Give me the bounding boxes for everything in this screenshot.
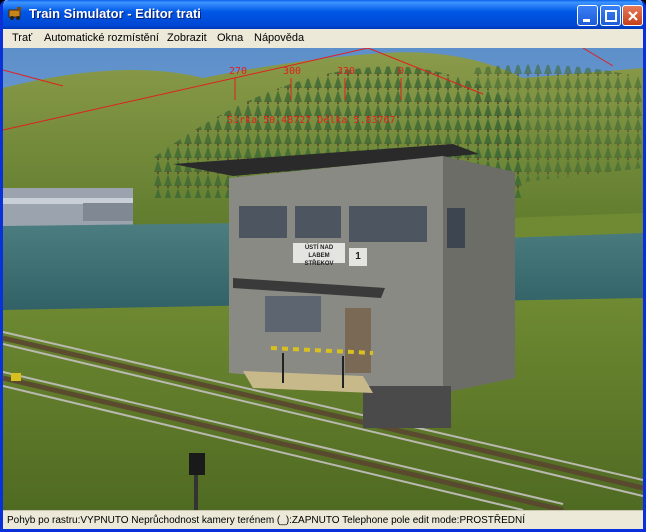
close-icon (628, 11, 638, 21)
window-title: Train Simulator - Editor trati (29, 6, 201, 21)
title-bar[interactable]: Train Simulator - Editor trati (3, 0, 643, 29)
building-sign-number: 1 (355, 251, 361, 262)
coordinate-readout: Širka 50.48727 Délka 5.83767 (227, 115, 396, 126)
close-button[interactable] (622, 5, 643, 26)
menu-okna[interactable]: Okna (217, 32, 243, 44)
maximize-icon (605, 10, 617, 22)
compass-tick-300: 300 (283, 66, 302, 77)
compass-tick-270: 270 (229, 66, 248, 77)
menu-bar: Trať Automatické rozmístění Zobrazit Okn… (3, 29, 643, 48)
maximize-button[interactable] (600, 5, 621, 26)
train-icon (8, 7, 21, 20)
3d-viewport[interactable]: 270 300 330 0 Širka 50.48727 Délka 5.837… (3, 48, 643, 510)
building-sign-main: ÚSTÍ NAD LABEM STŘEKOV (304, 245, 334, 267)
menu-trat[interactable]: Trať (12, 32, 32, 44)
menu-zobrazit[interactable]: Zobrazit (167, 32, 207, 44)
status-bar: Pohyb po rastru:VYPNUTO Neprůchodnost ka… (3, 510, 643, 529)
menu-automaticke-rozmisteni[interactable]: Automatické rozmístění (44, 32, 159, 44)
minimize-icon (583, 19, 590, 22)
app-window: Train Simulator - Editor trati Trať Auto… (0, 0, 646, 532)
menu-napoveda[interactable]: Nápověda (254, 32, 304, 44)
compass-tick-0: 0 (398, 66, 405, 77)
status-text: Pohyb po rastru:VYPNUTO Neprůchodnost ka… (7, 515, 526, 526)
compass-tick-330: 330 (337, 66, 356, 77)
minimize-button[interactable] (577, 5, 598, 26)
